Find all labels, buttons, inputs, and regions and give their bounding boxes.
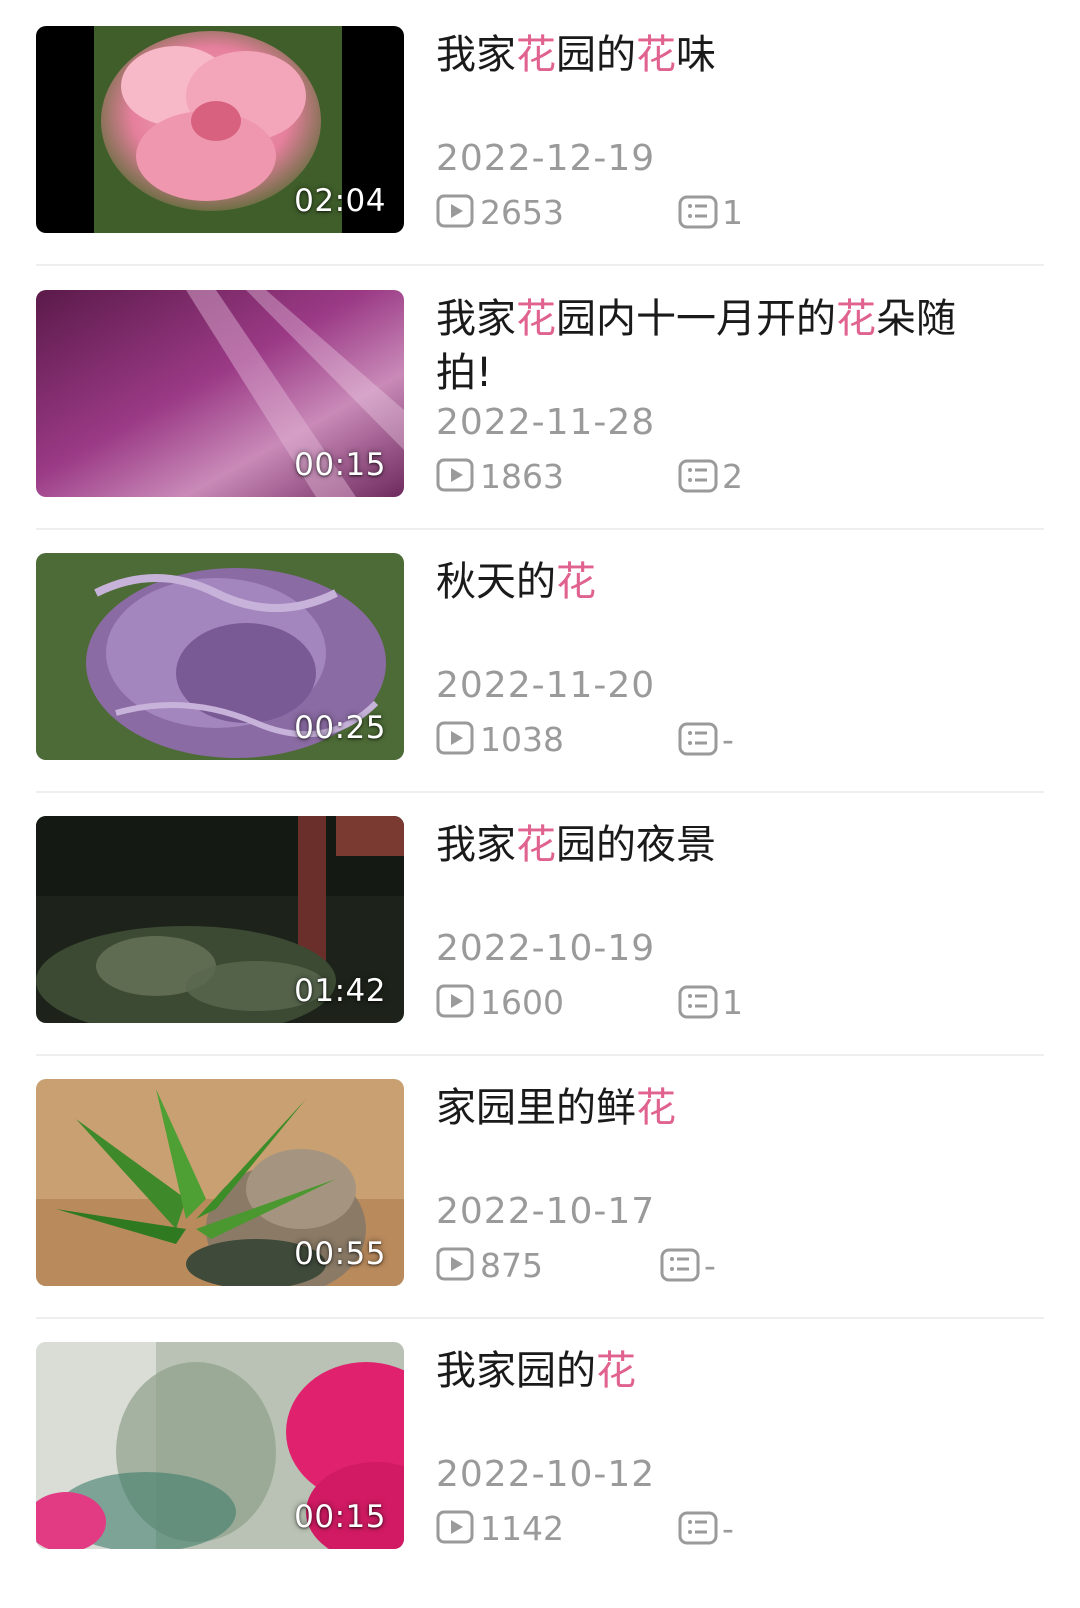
- row-divider: [36, 528, 1044, 530]
- video-duration: 00:15: [294, 447, 386, 483]
- title-keyword-highlight: 花: [516, 32, 556, 78]
- video-thumbnail[interactable]: 00:25: [36, 553, 404, 760]
- title-keyword-highlight: 花: [596, 1348, 636, 1394]
- title-text-segment: 我家: [436, 296, 516, 342]
- view-count: 1863: [436, 456, 564, 496]
- video-item[interactable]: 00:15 我家园的花 2022-10-12 1142 -: [0, 1342, 1080, 1604]
- video-thumbnail[interactable]: 00:15: [36, 1342, 404, 1549]
- video-date: 2022-10-19: [436, 928, 656, 969]
- video-thumbnail[interactable]: 00:55: [36, 1079, 404, 1286]
- comment-count: 1: [678, 192, 743, 232]
- title-text-segment: 味: [676, 32, 716, 78]
- video-item[interactable]: 01:42 我家花园的夜景 2022-10-19 1600 1: [0, 816, 1080, 1078]
- comment-count: 2: [678, 456, 743, 496]
- video-duration: 01:42: [294, 973, 386, 1009]
- title-text-segment: 秋天的: [436, 559, 556, 605]
- comment-count: -: [660, 1245, 716, 1285]
- view-count: 2653: [436, 192, 564, 232]
- title-keyword-highlight: 花: [516, 296, 556, 342]
- video-duration: 00:25: [294, 710, 386, 746]
- play-icon: [436, 194, 474, 228]
- video-thumbnail[interactable]: 00:15: [36, 290, 404, 497]
- video-item[interactable]: 00:55 家园里的鲜花 2022-10-17 875 -: [0, 1079, 1080, 1341]
- comment-icon: [678, 459, 718, 493]
- comment-count: -: [678, 1508, 734, 1548]
- title-text-segment: 我家园的: [436, 1348, 596, 1394]
- row-divider: [36, 791, 1044, 793]
- title-keyword-highlight: 花: [556, 559, 596, 605]
- video-duration: 02:04: [294, 183, 386, 219]
- play-icon: [436, 1247, 474, 1281]
- row-divider: [36, 1317, 1044, 1319]
- play-icon: [436, 721, 474, 755]
- video-date: 2022-10-17: [436, 1191, 656, 1232]
- video-date: 2022-10-12: [436, 1454, 656, 1495]
- comment-icon: [678, 985, 718, 1019]
- title-text-segment: 我家: [436, 32, 516, 78]
- comment-icon: [678, 195, 718, 229]
- title-keyword-highlight: 花: [636, 1085, 676, 1131]
- video-date: 2022-11-20: [436, 665, 656, 706]
- play-icon: [436, 984, 474, 1018]
- video-thumbnail[interactable]: 02:04: [36, 26, 404, 233]
- title-text-segment: 园的: [556, 32, 636, 78]
- title-keyword-highlight: 花: [836, 296, 876, 342]
- video-duration: 00:15: [294, 1499, 386, 1535]
- video-title[interactable]: 我家花园的花味: [436, 28, 1006, 82]
- video-thumbnail[interactable]: 01:42: [36, 816, 404, 1023]
- video-title[interactable]: 秋天的花: [436, 555, 1006, 609]
- video-date: 2022-12-19: [436, 138, 656, 179]
- title-text-segment: 园内十一月开的: [556, 296, 836, 342]
- video-item[interactable]: 00:15 我家花园内十一月开的花朵随拍! 2022-11-28 1863 2: [0, 290, 1080, 552]
- play-icon: [436, 458, 474, 492]
- view-count: 1038: [436, 719, 564, 759]
- video-duration: 00:55: [294, 1236, 386, 1272]
- title-keyword-highlight: 花: [636, 32, 676, 78]
- row-divider: [36, 1054, 1044, 1056]
- row-divider: [36, 264, 1044, 266]
- comment-icon: [660, 1248, 700, 1282]
- video-list: 02:04 我家花园的花味 2022-12-19 2653 1 00:15 我家…: [0, 0, 1080, 1608]
- view-count: 1142: [436, 1508, 564, 1548]
- video-item[interactable]: 00:25 秋天的花 2022-11-20 1038 -: [0, 553, 1080, 815]
- video-title[interactable]: 我家花园内十一月开的花朵随拍!: [436, 292, 1006, 400]
- title-text-segment: 家园里的鲜: [436, 1085, 636, 1131]
- video-title[interactable]: 我家园的花: [436, 1344, 1006, 1398]
- video-date: 2022-11-28: [436, 402, 656, 443]
- view-count: 875: [436, 1245, 543, 1285]
- video-title[interactable]: 家园里的鲜花: [436, 1081, 1006, 1135]
- video-item[interactable]: 02:04 我家花园的花味 2022-12-19 2653 1: [0, 26, 1080, 288]
- video-title[interactable]: 我家花园的夜景: [436, 818, 1006, 872]
- title-keyword-highlight: 花: [516, 822, 556, 868]
- comment-count: -: [678, 719, 734, 759]
- title-text-segment: 我家: [436, 822, 516, 868]
- comment-icon: [678, 1511, 718, 1545]
- comment-count: 1: [678, 982, 743, 1022]
- comment-icon: [678, 722, 718, 756]
- title-text-segment: 园的夜景: [556, 822, 716, 868]
- play-icon: [436, 1510, 474, 1544]
- view-count: 1600: [436, 982, 564, 1022]
